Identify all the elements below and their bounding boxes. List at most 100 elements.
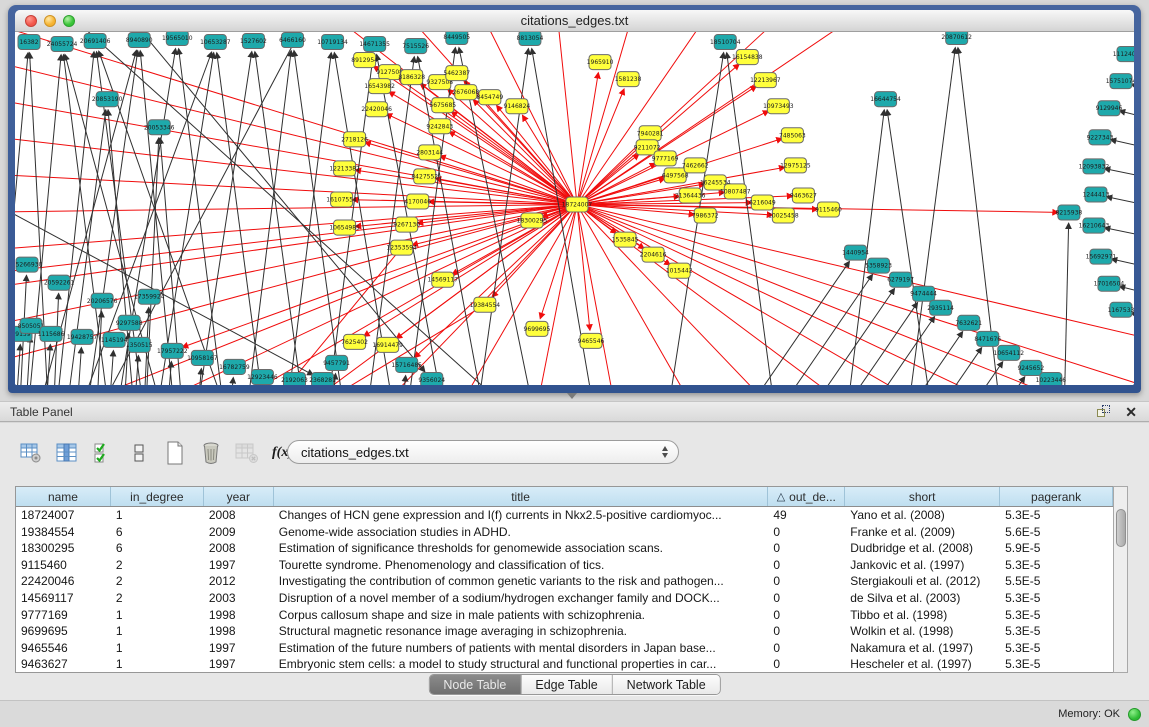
graph-node[interactable]: 2368281 xyxy=(309,372,336,385)
graph-node[interactable]: 22420046 xyxy=(361,102,392,117)
graph-node[interactable]: 2718126 xyxy=(341,132,368,147)
graph-node[interactable]: 9227343 xyxy=(1087,130,1114,145)
graph-node[interactable]: 12923446 xyxy=(247,369,278,384)
graph-node[interactable]: 8940890 xyxy=(126,33,153,48)
network-window-titlebar[interactable]: citations_edges.txt xyxy=(15,10,1134,32)
graph-node[interactable]: 20206576 xyxy=(87,293,118,308)
graph-node[interactable]: 6279197 xyxy=(887,272,914,287)
graph-node[interactable]: 15716485 xyxy=(391,357,422,372)
graph-node[interactable]: 16543982 xyxy=(364,79,395,94)
graph-node[interactable]: 1167533 xyxy=(1108,302,1134,317)
graph-node[interactable]: 12975125 xyxy=(780,158,811,173)
graph-node[interactable]: 15751074 xyxy=(1106,74,1134,89)
graph-node[interactable]: 7940281 xyxy=(637,126,664,141)
graph-node[interactable]: 24055724 xyxy=(47,37,78,52)
graph-node[interactable]: 1145194 xyxy=(101,332,128,347)
graph-node[interactable]: 16782759 xyxy=(219,359,250,374)
graph-node[interactable]: 2204616 xyxy=(640,247,667,262)
graph-node[interactable]: 12353594 xyxy=(386,240,417,255)
graph-node[interactable]: 7632621 xyxy=(955,315,982,330)
table-row[interactable]: 1456911722003Disruption of a novel membe… xyxy=(16,590,1113,607)
graph-node[interactable]: 17359924 xyxy=(134,289,165,304)
graph-node[interactable]: 19565010 xyxy=(162,32,193,46)
network-view-window[interactable]: citations_edges.txt 16382240557242069140… xyxy=(8,5,1141,393)
graph-node[interactable]: 16210643 xyxy=(1079,218,1110,233)
memory-ok-icon[interactable] xyxy=(1128,708,1141,721)
graph-node[interactable]: 15692971 xyxy=(1086,249,1117,264)
graph-node[interactable]: 16154838 xyxy=(732,50,763,65)
graph-node[interactable]: 16914479 xyxy=(372,337,403,352)
minimize-window-icon[interactable] xyxy=(44,15,56,27)
graph-node[interactable]: 9242843 xyxy=(426,119,453,134)
graph-node[interactable]: 17957222 xyxy=(157,343,188,358)
table-row[interactable]: 946362711997Embryonic stem cells: a mode… xyxy=(16,656,1113,673)
graph-node[interactable]: 10654112 xyxy=(994,345,1025,360)
graph-node[interactable]: 10807487 xyxy=(720,184,751,199)
graph-node[interactable]: 9356024 xyxy=(418,372,445,385)
graph-node[interactable]: 12213967 xyxy=(750,73,781,88)
column-header-pagerank[interactable]: pagerank xyxy=(1000,487,1113,506)
graph-node[interactable]: 1581238 xyxy=(615,72,642,87)
graph-node[interactable]: 20853190 xyxy=(92,92,123,107)
graph-node[interactable]: 9465546 xyxy=(578,333,605,348)
graph-node[interactable]: 8449505 xyxy=(443,32,470,45)
graph-node[interactable]: 18510704 xyxy=(710,35,741,50)
graph-node[interactable]: 1535845 xyxy=(612,232,639,247)
graph-node[interactable]: 10025458 xyxy=(768,208,799,223)
graph-node[interactable]: 9777169 xyxy=(652,151,679,166)
column-header-out_de[interactable]: △out_de... xyxy=(768,487,845,506)
column-header-short[interactable]: short xyxy=(845,487,1000,506)
graph-node[interactable]: 25266930 xyxy=(15,257,42,272)
graph-node[interactable]: 14671355 xyxy=(359,37,390,52)
close-window-icon[interactable] xyxy=(25,15,37,27)
graph-node[interactable]: 4170046 xyxy=(404,194,431,209)
graph-node[interactable]: 1965910 xyxy=(587,55,614,70)
tab-network-table[interactable]: Network Table xyxy=(613,675,720,694)
graph-node[interactable]: 10973493 xyxy=(763,99,794,114)
graph-node[interactable]: 1440954 xyxy=(842,245,869,260)
graph-node[interactable]: 7462662 xyxy=(682,158,709,173)
table-settings-icon[interactable] xyxy=(18,441,43,466)
graph-node[interactable]: 20053346 xyxy=(144,120,175,135)
graph-node[interactable]: 9129946 xyxy=(1096,101,1123,116)
graph-node[interactable]: 7986372 xyxy=(692,208,719,223)
graph-node[interactable]: 8813054 xyxy=(517,32,544,46)
graph-node[interactable]: 8471676 xyxy=(974,331,1001,346)
graph-node[interactable]: 14569117 xyxy=(427,272,458,287)
graph-node[interactable]: 10653287 xyxy=(200,35,231,50)
show-columns-icon[interactable] xyxy=(54,441,79,466)
graph-node[interactable]: 6216049 xyxy=(749,195,776,210)
graph-node[interactable]: 10958167 xyxy=(187,350,218,365)
table-row[interactable]: 1830029562008Estimation of significance … xyxy=(16,540,1113,557)
delete-column-icon[interactable] xyxy=(198,441,223,466)
column-header-name[interactable]: name xyxy=(16,487,111,506)
row-height-icon[interactable] xyxy=(126,441,151,466)
splitter-grip-icon[interactable] xyxy=(567,393,577,399)
zoom-window-icon[interactable] xyxy=(63,15,75,27)
table-row[interactable]: 946554611997Estimation of the future num… xyxy=(16,640,1113,657)
graph-node[interactable]: 7485063 xyxy=(779,128,806,143)
graph-node[interactable]: 10719134 xyxy=(317,35,348,50)
graph-node[interactable]: 9267130 xyxy=(393,217,420,232)
graph-node[interactable]: 19384554 xyxy=(470,297,501,312)
table-row[interactable]: 977716911998Corpus callosum shape and si… xyxy=(16,607,1113,624)
float-window-icon[interactable] xyxy=(1097,405,1111,418)
graph-node[interactable]: 5462387 xyxy=(443,66,470,81)
graph-node[interactable]: 9297588 xyxy=(116,315,143,330)
table-row[interactable]: 2242004622012Investigating the contribut… xyxy=(16,573,1113,590)
close-panel-icon[interactable]: ✕ xyxy=(1125,405,1137,419)
graph-node[interactable]: 10654985 xyxy=(329,220,360,235)
table-row[interactable]: 911546021997Tourette syndrome. Phenomeno… xyxy=(16,557,1113,574)
graph-node[interactable]: 9146824 xyxy=(504,99,531,114)
graph-node[interactable]: 7515526 xyxy=(402,39,429,54)
column-header-in_degree[interactable]: in_degree xyxy=(111,487,204,506)
graph-node[interactable]: 20870612 xyxy=(941,32,972,45)
graph-node[interactable]: 16382 xyxy=(18,35,40,50)
select-columns-icon[interactable] xyxy=(90,441,115,466)
graph-node[interactable]: 1350515 xyxy=(126,337,153,352)
graph-node[interactable]: 2192063 xyxy=(281,372,308,385)
graph-node[interactable]: 12213382 xyxy=(329,161,360,176)
graph-node[interactable]: 9457791 xyxy=(323,355,350,370)
tab-node-table[interactable]: Node Table xyxy=(429,675,521,694)
graph-node[interactable]: 2676068 xyxy=(452,85,479,100)
